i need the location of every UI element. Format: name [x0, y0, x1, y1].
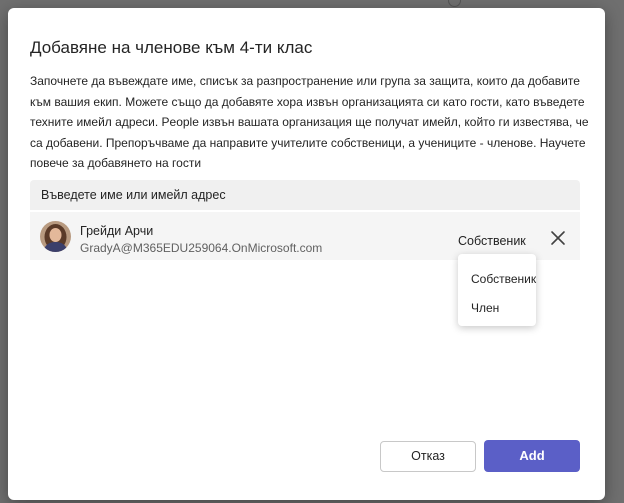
dialog-description: Започнете да въвеждате име, списък за ра…	[30, 74, 589, 170]
close-icon[interactable]	[549, 229, 567, 247]
add-button[interactable]: Add	[484, 440, 580, 472]
menu-item-owner[interactable]: Собственик	[471, 272, 536, 286]
member-row: Грейди Арчи GradyA@M365EDU259064.OnMicro…	[30, 212, 580, 260]
avatar	[40, 221, 71, 252]
cancel-button[interactable]: Отказ	[380, 441, 476, 472]
role-menu: Собственик Член	[458, 254, 536, 326]
dialog-title: Добавяне на членове към 4-ти клас	[30, 38, 313, 57]
add-members-dialog: Добавяне на членове към 4-ти клас Започн…	[8, 8, 605, 500]
search-input[interactable]: Въведете име или имейл адрес	[30, 180, 580, 210]
member-email: GradyA@M365EDU259064.OnMicrosoft.com	[80, 241, 323, 255]
menu-item-member[interactable]: Член	[471, 301, 499, 315]
member-name: Грейди Арчи	[80, 224, 154, 238]
role-dropdown[interactable]: Собственик	[458, 234, 526, 248]
